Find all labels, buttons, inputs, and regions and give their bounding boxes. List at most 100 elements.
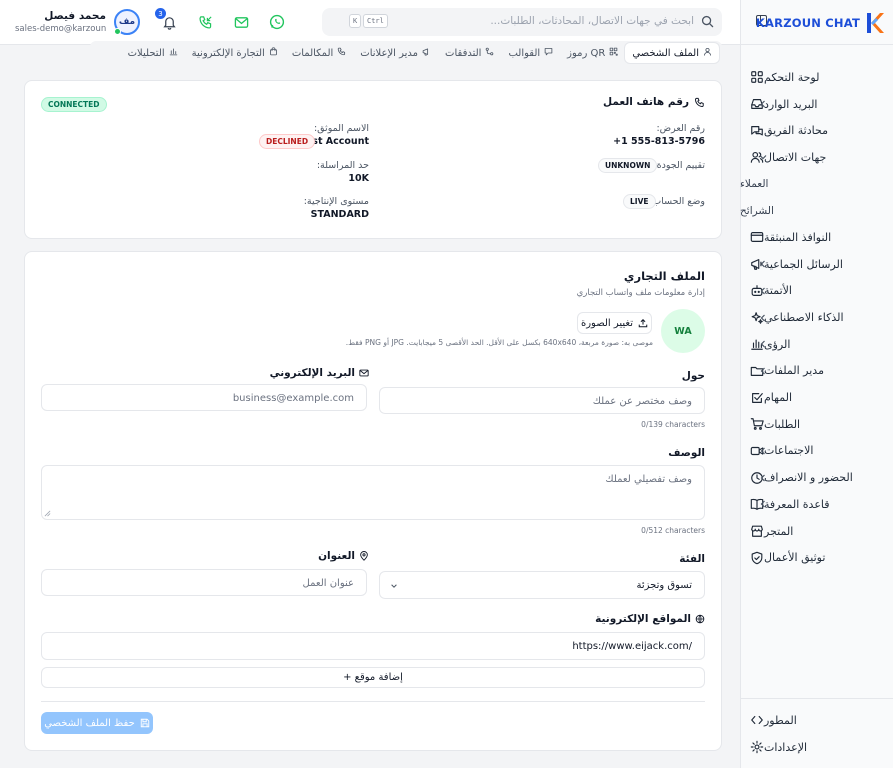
sidebar-item-0[interactable]: لوحة التحكم (740, 64, 893, 91)
brand-logo[interactable]: KARZOUN CHAT (755, 10, 885, 36)
sidebar-item-17[interactable]: المتجر (740, 518, 893, 545)
throughput-label: مستوى الإنتاجية: (303, 196, 369, 207)
tab-2[interactable]: القوالب (501, 43, 560, 63)
resize-handle-icon[interactable] (44, 510, 51, 517)
chevron-left-icon[interactable] (758, 259, 768, 269)
chevron-down-icon[interactable] (758, 152, 768, 162)
sidebar-item-13[interactable]: الطلبات (740, 411, 893, 438)
websites-label: المواقع الإلكترونية (595, 613, 691, 625)
sidebar-item-label: الشرائح (740, 204, 774, 217)
brand-name: KARZOUN CHAT (755, 16, 860, 30)
tab-label: القوالب (508, 47, 541, 59)
mail-icon[interactable] (232, 13, 250, 31)
upload-icon (638, 318, 648, 328)
sidebar-bottom-nav: المطور الإعدادات (740, 707, 893, 760)
sidebar-item-label: المتجر (764, 524, 794, 538)
tab-5[interactable]: المكالمات (285, 43, 353, 63)
about-placeholder: وصف مختصر عن عملك (592, 396, 692, 407)
sidebar-item-16[interactable]: قاعدة المعرفة (740, 491, 893, 518)
chevron-left-icon[interactable] (758, 99, 768, 109)
sidebar-item-18[interactable]: توثيق الأعمال (740, 544, 893, 571)
tab-1[interactable]: رموز QR (560, 43, 625, 63)
save-profile-label: حفظ الملف الشخصي (44, 717, 135, 729)
chevron-left-icon[interactable] (758, 313, 768, 323)
description-placeholder: وصف تفصيلي لعملك (605, 474, 692, 485)
email-label: البريد الإلكتروني (269, 367, 355, 379)
chevron-left-icon[interactable] (758, 339, 768, 349)
user-icon (703, 47, 712, 59)
chevron-left-icon[interactable] (758, 286, 768, 296)
tab-label: التدفقات (445, 47, 482, 59)
sidebar-item-3[interactable]: جهات الاتصال (740, 144, 893, 171)
sidebar-item-9[interactable]: الذكاء الاصطناعي (740, 304, 893, 331)
tab-3[interactable]: التدفقات (438, 43, 501, 63)
description-counter: 0/512 characters (641, 526, 705, 535)
sidebar-item-7[interactable]: الرسائل الجماعية (740, 251, 893, 278)
description-textarea[interactable]: وصف تفصيلي لعملك (41, 465, 705, 520)
sidebar-bottom-item-0[interactable]: المطور (740, 707, 893, 734)
email-label-row: البريد الإلكتروني (270, 367, 369, 379)
category-select[interactable]: تسوق وتجزئة (379, 571, 705, 599)
change-photo-button[interactable]: تغيير الصورة (577, 312, 652, 334)
sidebar-bottom-item-1[interactable]: الإعدادات (740, 734, 893, 761)
sidebar-item-5[interactable]: الشرائح (740, 197, 893, 224)
sidebar-item-label: جهات الاتصال (764, 150, 827, 164)
whatsapp-icon[interactable] (268, 13, 286, 31)
tab-7[interactable]: التحليلات (121, 43, 185, 63)
save-profile-button[interactable]: حفظ الملف الشخصي (41, 712, 153, 734)
sidebar-item-8[interactable]: الأتمتة (740, 278, 893, 305)
megaphone-icon (422, 47, 431, 59)
sidebar-item-14[interactable]: الاجتماعات (740, 438, 893, 465)
tab-0[interactable]: الملف الشخصي (625, 43, 719, 63)
global-search[interactable]: K Ctrl ابحث في جهات الاتصال، المحادثات، … (322, 8, 722, 36)
website-value: https://www.eijack.com/ (572, 641, 692, 652)
chevron-left-icon[interactable] (758, 366, 768, 376)
sidebar-item-11[interactable]: مدير الملفات (740, 358, 893, 385)
sidebar-item-10[interactable]: الرؤى (740, 331, 893, 358)
website-input[interactable]: https://www.eijack.com/ (41, 632, 705, 660)
tab-6[interactable]: التجارة الإلكترونية (185, 43, 285, 63)
sidebar-item-2[interactable]: محادثة الفريق (740, 117, 893, 144)
chevron-left-icon[interactable] (758, 499, 768, 509)
sidebar-item-label: الأتمتة (764, 284, 792, 298)
user-name[interactable]: محمد فيصل (30, 10, 106, 22)
sidebar-item-15[interactable]: الحضور و الانصراف (740, 464, 893, 491)
sidebar-item-label: المهام (764, 391, 792, 405)
sidebar-item-label: قاعدة المعرفة (764, 497, 830, 511)
tab-4[interactable]: مدير الإعلانات (353, 43, 438, 63)
search-icon (701, 15, 714, 28)
business-profile-title: الملف التجاري (623, 269, 705, 283)
tab-label: الملف الشخصي (632, 47, 699, 59)
sidebar-item-label: النوافذ المنبثقة (764, 230, 832, 244)
form-divider (41, 701, 705, 702)
sidebar-item-label: الاجتماعات (764, 444, 814, 458)
team-chat-icon (750, 124, 764, 138)
kbd-hint-ctrl: Ctrl (363, 14, 388, 28)
sidebar-item-label: العملاء (740, 178, 769, 191)
chevron-left-icon[interactable] (758, 446, 768, 456)
quality-label: تقييم الجودة: (653, 160, 705, 171)
flow-icon (485, 47, 494, 59)
mail-icon (359, 369, 369, 377)
category-value: تسوق وتجزئة (636, 580, 692, 591)
sidebar-item-1[interactable]: البريد الوارد (740, 91, 893, 118)
sidebar-item-6[interactable]: النوافذ المنبثقة (740, 224, 893, 251)
phone-icon (337, 47, 346, 59)
sidebar-item-label: الذكاء الاصطناعي (764, 311, 844, 325)
sidebar-item-label: البريد الوارد (764, 97, 818, 111)
search-placeholder: ابحث في جهات الاتصال، المحادثات، الطلبات… (490, 15, 694, 27)
phone-incoming-icon[interactable] (196, 13, 214, 31)
app-root: KARZOUN CHAT لوحة التحكم البريد الوارد محا… (0, 0, 893, 768)
store-icon (750, 524, 764, 538)
template-icon (544, 47, 553, 59)
chevron-left-icon[interactable] (758, 473, 768, 483)
account-mode-label: وضع الحساب: (649, 196, 705, 207)
sidebar-item-4[interactable]: العملاء (740, 171, 893, 198)
display-number-value: +1 555-813-5796 (613, 136, 705, 147)
about-counter: 0/139 characters (641, 420, 705, 429)
email-input[interactable]: business@example.com (41, 384, 367, 411)
sidebar-item-12[interactable]: المهام (740, 384, 893, 411)
add-website-button[interactable]: + إضافة موقع (41, 667, 705, 688)
address-input[interactable]: عنوان العمل (41, 569, 367, 596)
about-input[interactable]: وصف مختصر عن عملك (379, 387, 705, 414)
